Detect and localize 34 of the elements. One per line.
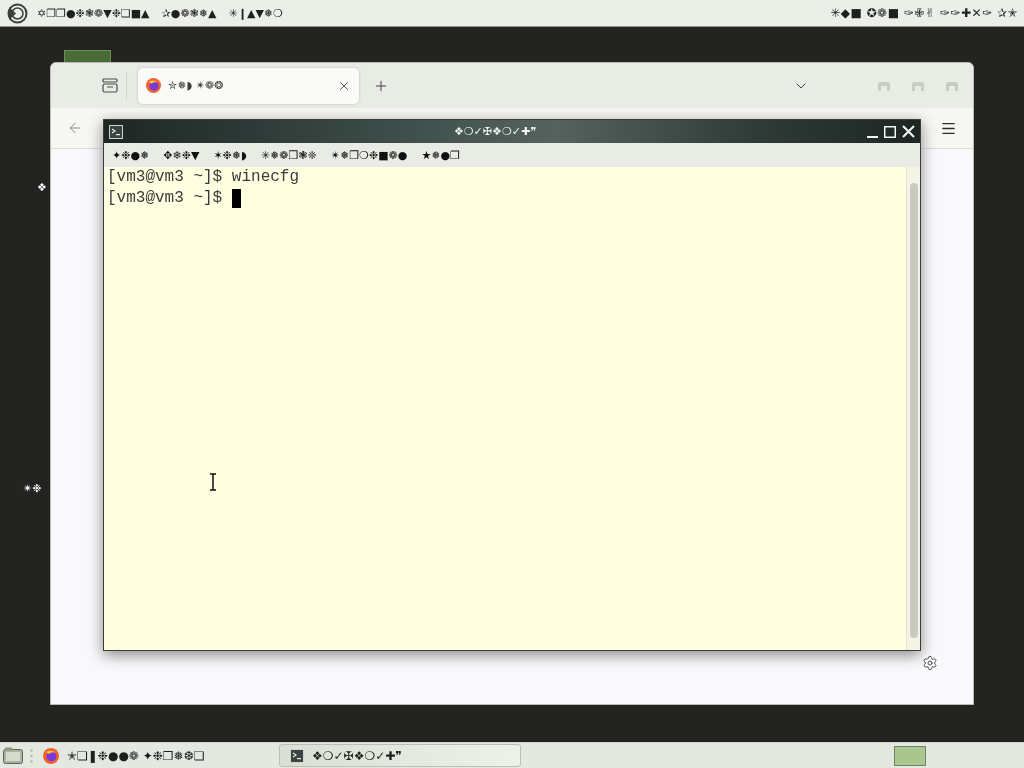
taskbar-button[interactable]: ✭❏❚❉●●❁ ✦❉❒❅❆❏ [37,744,279,767]
drag-handle-icon[interactable] [30,748,33,763]
clock[interactable]: ✳◆■ ✪❁■ ✑✙✌ ✑✑✚✕✑ ✰✭ [830,7,1018,19]
text-cursor-icon [209,473,217,491]
browser-tab[interactable]: ✮❅◗ ✴❁❂ [138,67,359,104]
scrollbar-track[interactable] [906,167,920,650]
tray-icon[interactable] [102,78,118,93]
menu-button[interactable]: ✳❙▲▼❅❍ [222,7,289,19]
menu-item[interactable]: ✥❄❉▼ [158,149,205,161]
close-icon[interactable] [902,125,915,138]
terminal-line: [vm3@vm3 ~]$ winecfg [107,167,300,188]
scrollbar-thumb[interactable] [909,183,918,638]
folder-icon[interactable] [3,747,23,764]
menu-item[interactable]: ✴❅❒❍❉■❁● [325,149,413,161]
app-logo-icon [146,78,161,93]
menu-item[interactable]: ✦❉●❅ [107,149,155,161]
menu-button[interactable]: ✡❐❐●❉❃❁▼❉❏■▲ [31,7,156,19]
menu-item[interactable]: ★❅●❐ [416,149,465,161]
terminal-line: [vm3@vm3 ~]$ [107,188,224,209]
tab-title: ✮❅◗ ✴❁❂ [168,80,225,91]
menu-item[interactable]: ✶❉❅◗ [208,149,252,161]
menu-button[interactable]: ✰●❁❃❅▲ [155,7,223,19]
desktop-icon-label: ❖ [37,182,47,193]
app-logo-icon [43,747,59,764]
workspace-switcher[interactable] [894,745,926,766]
maximize-icon[interactable] [884,125,896,138]
taskbar-button[interactable]: ❖❍✓✠❖❍✓✚❞ [279,744,521,767]
terminal-icon [109,124,123,139]
settings-icon[interactable] [922,655,938,671]
logo-icon[interactable] [7,2,28,24]
terminal-icon [290,748,304,763]
window-title: ❖❍✓✠❖❍✓✚❞ [452,126,538,137]
menu-item[interactable]: ✳❅❁❒❃❈ [255,149,322,161]
desktop-icon-label: ✴❉ [23,483,42,494]
